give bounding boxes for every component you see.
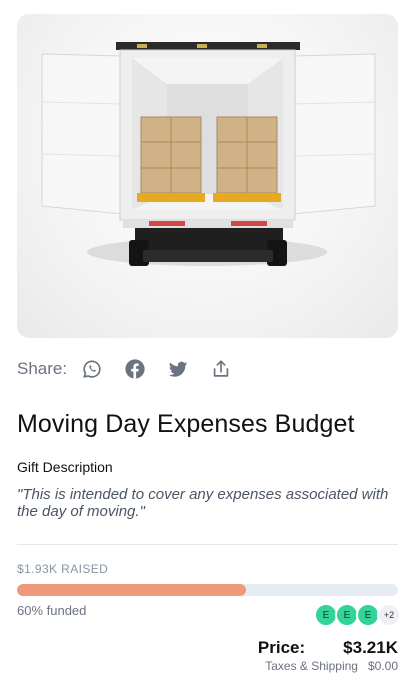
facebook-icon[interactable]	[124, 358, 146, 380]
product-image	[17, 14, 398, 338]
share-upload-icon[interactable]	[210, 358, 232, 380]
contributor-avatars[interactable]: E E E +2	[314, 603, 401, 627]
price-label: Price:	[257, 638, 306, 657]
price-value: $3.21K	[343, 638, 398, 657]
divider	[17, 544, 398, 545]
share-bar: Share:	[17, 355, 253, 383]
more-contributors-badge[interactable]: +2	[377, 603, 401, 627]
price-row: Price: $3.21K	[258, 638, 398, 658]
gift-description-label: Gift Description	[17, 459, 113, 475]
registry-title: Moving Day Expenses Budget	[17, 410, 355, 438]
funding-progress-fill	[17, 584, 246, 596]
twitter-icon[interactable]	[167, 358, 189, 380]
taxes-shipping-label: Taxes & Shipping	[265, 659, 358, 673]
taxes-shipping-value: $0.00	[367, 659, 398, 673]
funded-percent: 60% funded	[17, 603, 87, 618]
taxes-shipping-row: Taxes & Shipping $0.00	[265, 659, 398, 673]
whatsapp-icon[interactable]	[81, 358, 103, 380]
moving-truck-image	[41, 42, 376, 266]
funding-progress-bar	[17, 584, 398, 596]
gift-description-text: "This is intended to cover any expenses …	[17, 486, 389, 520]
share-label: Share:	[17, 359, 68, 378]
raised-amount: $1.93K RAISED	[17, 562, 109, 576]
